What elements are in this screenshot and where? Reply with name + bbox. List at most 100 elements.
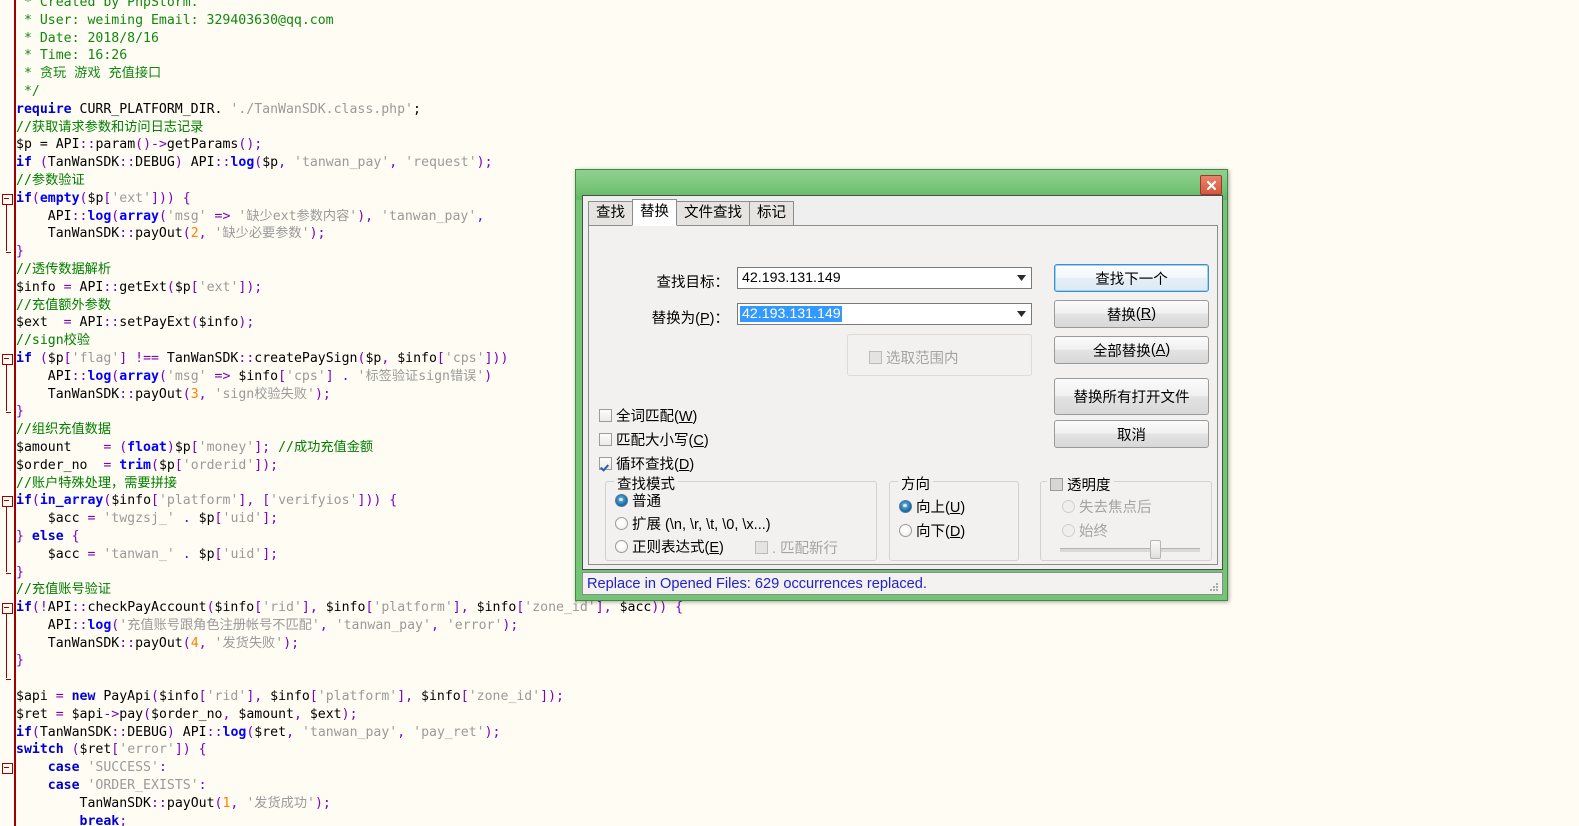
replace-with-value[interactable]: 42.193.131.149 [740,306,842,322]
search-mode-extended-label: 扩展 (\n, \r, \t, \0, \x...) [632,513,771,534]
code-line [16,670,683,688]
code-line: * 贪玩 游戏 充值接口 [16,65,683,83]
tab-find-in-files[interactable]: 文件查找 [676,201,750,226]
transparency-on-lose-focus-radio[interactable]: 失去焦点后 [1062,496,1152,517]
tab-find[interactable]: 查找 [588,201,633,226]
fold-toggle-icon[interactable] [2,763,13,774]
radio-circle [899,500,912,513]
code-line: TanWanSDK::payOut(1, '发货成功'); [16,795,683,813]
slider-track [1060,548,1200,553]
fold-line [6,364,7,411]
checkbox-box [755,541,768,554]
tab-replace[interactable]: 替换 [632,199,677,226]
checkbox-box [599,457,612,470]
radio-circle [615,517,628,530]
find-target-value[interactable]: 42.193.131.149 [738,270,1012,286]
match-case-checkbox[interactable]: 匹配大小写(C) [599,429,709,450]
search-mode-normal-radio[interactable]: 普通 [615,490,661,511]
dialog-tabs[interactable]: 查找 替换 文件查找 标记 [588,201,793,226]
radio-circle [1062,524,1075,537]
fold-toggle-icon[interactable] [2,354,13,365]
checkbox-box [599,433,612,446]
find-target-combo[interactable]: 42.193.131.149 [737,267,1032,289]
code-line: $ret = $api->pay($order_no, $amount, $ex… [16,706,683,724]
radio-circle [615,494,628,507]
radio-circle [615,540,628,553]
code-line: $api = new PayApi($info['rid'], $info['p… [16,688,683,706]
fold-end-marker [6,679,11,680]
slider-thumb[interactable] [1150,540,1161,559]
replace-with-label: 替换为(P)： [599,307,729,328]
code-line: * User: weiming Email: 329403630@qq.com [16,12,683,30]
close-icon[interactable] [1200,175,1222,195]
code-line: * Date: 2018/8/16 [16,30,683,48]
code-line: switch ($ret['error']) { [16,741,683,759]
in-selection-checkbox[interactable]: 选取范围内 [869,347,959,368]
checkbox-box [599,409,612,422]
status-message: Replace in Opened Files: 629 occurrences… [583,576,927,592]
fold-end-marker [6,252,11,253]
code-line: if(TanWanSDK::DEBUG) API::log($ret, 'tan… [16,724,683,742]
code-line: * Time: 16:26 [16,47,683,65]
dialog-body: 查找 替换 文件查找 标记 查找目标： 42.193.131.149 替换为(P… [582,195,1223,570]
whole-word-checkbox[interactable]: 全词匹配(W) [599,405,697,426]
replace-button[interactable]: 替换(R) [1054,300,1209,328]
transparency-always-radio[interactable]: 始终 [1062,520,1108,541]
fold-line [6,613,7,678]
code-line: */ [16,83,683,101]
replace-tab-panel: 查找目标： 42.193.131.149 替换为(P)： 42.193.131.… [588,225,1218,565]
chevron-down-icon[interactable] [1012,268,1031,288]
fold-toggle-icon[interactable] [2,194,13,205]
whole-word-label: 全词匹配(W) [616,405,697,426]
replace-all-button[interactable]: 全部替换(A) [1054,336,1209,364]
fold-line [6,204,7,251]
transparency-on-lose-focus-label: 失去焦点后 [1079,496,1152,517]
search-mode-regex-radio[interactable]: 正则表达式(E) [615,536,724,557]
direction-down-label: 向下(D) [916,520,965,541]
replace-with-combo[interactable]: 42.193.131.149 [737,303,1032,325]
code-line: } [16,652,683,670]
find-next-button[interactable]: 查找下一个 [1054,264,1209,292]
search-mode-extended-radio[interactable]: 扩展 (\n, \r, \t, \0, \x...) [615,513,771,534]
code-line: if(!API::checkPayAccount($info['rid'], $… [16,599,683,617]
code-line: TanWanSDK::payOut(4, '发货失败'); [16,635,683,653]
checkbox-box [1050,478,1063,491]
wrap-around-checkbox[interactable]: 循环查找(D) [599,453,694,474]
chevron-down-icon[interactable] [1012,304,1031,324]
transparency-always-label: 始终 [1079,520,1108,541]
code-line: API::log('充值账号跟角色注册帐号不匹配', 'tanwan_pay',… [16,617,683,635]
direction-up-radio[interactable]: 向上(U) [899,496,965,517]
fold-toggle-icon[interactable] [2,496,13,507]
code-line: break; [16,813,683,826]
dot-matches-newline-checkbox[interactable]: . 匹配新行 [755,537,838,558]
resize-grip-icon[interactable] [1208,581,1220,593]
code-line: case 'ORDER_EXISTS': [16,777,683,795]
search-mode-regex-label: 正则表达式(E) [632,536,724,557]
tab-mark[interactable]: 标记 [749,201,794,226]
fold-toggle-icon[interactable] [2,603,13,614]
wrap-around-label: 循环查找(D) [616,453,694,474]
cancel-button[interactable]: 取消 [1054,420,1209,448]
direction-up-label: 向上(U) [916,496,965,517]
checkbox-box [869,351,882,364]
replace-all-opened-files-button[interactable]: 替换所有打开文件 [1054,378,1209,415]
direction-title: 方向 [898,473,933,494]
fold-end-marker [6,412,11,413]
code-line: require CURR_PLATFORM_DIR. './TanWanSDK.… [16,101,683,119]
in-selection-label: 选取范围内 [886,347,959,368]
code-line: * Created by PhpStorm. [16,0,683,12]
transparency-slider[interactable] [1060,540,1200,558]
code-line: case 'SUCCESS': [16,759,683,777]
direction-down-radio[interactable]: 向下(D) [899,520,965,541]
find-target-label: 查找目标： [599,271,729,292]
match-case-label: 匹配大小写(C) [616,429,709,450]
code-line: $p = API::param()->getParams(); [16,136,683,154]
dot-matches-newline-label: . 匹配新行 [772,537,838,558]
fold-line [6,506,7,571]
radio-circle [1062,500,1075,513]
transparency-checkbox[interactable]: 透明度 [1047,474,1114,495]
code-line: //获取请求参数和访问日志记录 [16,119,683,137]
transparency-title: 透明度 [1067,474,1111,495]
find-replace-dialog[interactable]: 查找 替换 文件查找 标记 查找目标： 42.193.131.149 替换为(P… [575,169,1228,601]
fold-end-marker [6,573,11,574]
